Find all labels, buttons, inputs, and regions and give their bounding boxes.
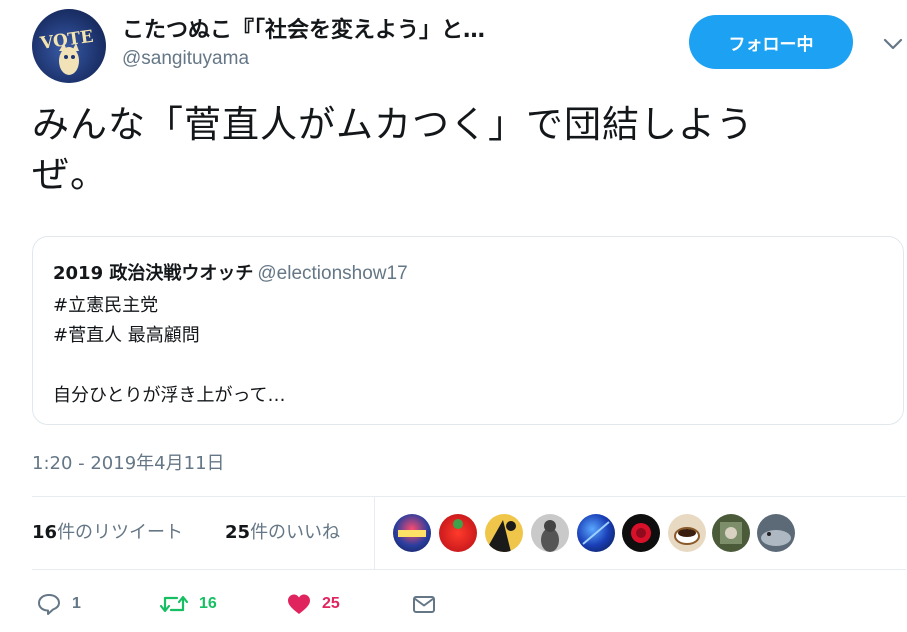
following-button[interactable]: フォロー中: [689, 15, 853, 69]
reply-count: 1: [72, 595, 81, 612]
quoted-tweet-card[interactable]: 2019 政治決戦ウオッチ @electionshow17 #立憲民主党 #菅直人…: [32, 236, 904, 425]
reply-icon: [38, 594, 60, 615]
retweet-stats[interactable]: 16件のリツイート: [32, 518, 183, 544]
tweet-text: みんな「菅直人がムカつく」で団結しよう ぜ。: [32, 100, 882, 200]
divider: [32, 496, 906, 497]
retweet-count: 16: [199, 595, 217, 612]
divider: [32, 569, 906, 570]
author-screen-name[interactable]: @sangituyama: [122, 48, 249, 70]
like-count: 25: [322, 595, 340, 612]
quoted-author-name: 2019 政治決戦ウオッチ: [53, 263, 254, 284]
like-stat-count: 25: [225, 522, 251, 543]
author-display-name[interactable]: こたつぬこ『「社会を変えよう」と…: [122, 12, 485, 44]
retweet-icon: [159, 595, 189, 613]
liker-avatar-9-icon[interactable]: [757, 514, 795, 552]
quoted-tweet-line: #立憲民主党: [53, 295, 159, 316]
liker-avatar-1-icon[interactable]: [393, 514, 431, 552]
quoted-tweet-line: #菅直人 最高顧問: [53, 325, 200, 346]
tweet-timestamp[interactable]: 1:20 - 2019年4月11日: [32, 449, 225, 475]
quoted-author-handle: @electionshow17: [257, 263, 408, 284]
retweet-stat-count: 16: [32, 522, 58, 543]
like-stat-label: 件のいいね: [250, 522, 341, 543]
liker-avatar-8-icon[interactable]: [712, 514, 750, 552]
envelope-icon: [413, 596, 435, 613]
liker-avatar-7-icon[interactable]: [668, 514, 706, 552]
heart-icon: [288, 594, 310, 614]
liker-avatar-4-icon[interactable]: [531, 514, 569, 552]
tweet-text-line: ぜ。: [32, 153, 108, 196]
liker-avatar-3-icon[interactable]: [485, 514, 523, 552]
liker-avatar-6-icon[interactable]: [622, 514, 660, 552]
tweet-text-line: みんな「菅直人がムカつく」で団結しよう: [32, 103, 754, 146]
stats-divider: [374, 497, 375, 569]
liker-avatar-5-icon[interactable]: [577, 514, 615, 552]
like-button[interactable]: 25: [286, 590, 340, 618]
chevron-down-icon[interactable]: [880, 34, 906, 54]
reply-button[interactable]: 1: [36, 590, 81, 618]
like-stats[interactable]: 25件のいいね: [225, 518, 340, 544]
direct-message-button[interactable]: [411, 590, 437, 618]
liker-avatar-2-icon[interactable]: [439, 514, 477, 552]
author-avatar[interactable]: VOTE: [32, 9, 106, 83]
vote-avatar-icon: VOTE: [38, 27, 95, 75]
quoted-tweet-header: 2019 政治決戦ウオッチ @electionshow17: [53, 259, 408, 285]
retweet-stat-label: 件のリツイート: [57, 522, 184, 543]
retweet-button[interactable]: 16: [159, 590, 217, 618]
quoted-tweet-line: 自分ひとりが浮き上がって…: [53, 385, 286, 406]
